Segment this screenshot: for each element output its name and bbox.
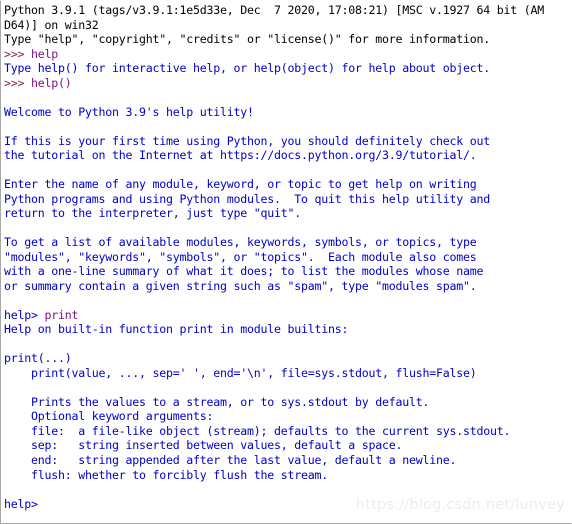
- output-text: Python programs and using Python modules…: [4, 191, 491, 206]
- console-line: return to the interpreter, just type "qu…: [4, 206, 570, 221]
- output-text: To get a list of available modules, keyw…: [4, 235, 477, 250]
- console-line: Python programs and using Python modules…: [4, 192, 570, 207]
- output-text: Optional keyword arguments:: [4, 409, 214, 424]
- output-text: If this is your first time using Python,…: [4, 133, 491, 148]
- console-line: Python 3.9.1 (tags/v3.9.1:1e5d33e, Dec 7…: [4, 3, 570, 18]
- banner-text: D64)] on win32: [4, 17, 99, 32]
- console-output-area[interactable]: Python 3.9.1 (tags/v3.9.1:1e5d33e, Dec 7…: [4, 3, 570, 511]
- output-text: the tutorial on the Internet at https://…: [4, 148, 477, 163]
- output-text: with a one-line summary of what it does;…: [4, 264, 484, 279]
- console-line: D64)] on win32: [4, 18, 570, 33]
- output-text: end: string appended after the last valu…: [4, 452, 457, 467]
- output-text: "modules", "keywords", "symbols", or "to…: [4, 249, 477, 264]
- output-text: return to the interpreter, just type "qu…: [4, 206, 302, 221]
- output-text: Enter the name of any module, keyword, o…: [4, 177, 477, 192]
- output-text: sep: string inserted between values, def…: [4, 438, 403, 453]
- watermark-text: https://blog.csdn.net/lunvey: [355, 497, 565, 513]
- console-line: Welcome to Python 3.9's help utility!: [4, 105, 570, 120]
- console-line: >>> help(): [4, 76, 570, 91]
- output-text: print(...): [4, 351, 72, 366]
- console-line: print(value, ..., sep=' ', end='\n', fil…: [4, 366, 570, 381]
- console-line: with a one-line summary of what it does;…: [4, 264, 570, 279]
- console-line: flush: whether to forcibly flush the str…: [4, 468, 570, 483]
- output-text: file: a file-like object (stream); defau…: [4, 423, 511, 438]
- output-text: Prints the values to a stream, or to sys…: [4, 394, 430, 409]
- console-line: print(...): [4, 351, 570, 366]
- console-line: "modules", "keywords", "symbols", or "to…: [4, 250, 570, 265]
- console-line: end: string appended after the last valu…: [4, 453, 570, 468]
- console-line: sep: string inserted between values, def…: [4, 438, 570, 453]
- console-line: Prints the values to a stream, or to sys…: [4, 395, 570, 410]
- console-line: Help on built-in function print in modul…: [4, 322, 570, 337]
- console-line: To get a list of available modules, keyw…: [4, 235, 570, 250]
- output-text: flush: whether to forcibly flush the str…: [4, 467, 329, 482]
- console-line: file: a file-like object (stream); defau…: [4, 424, 570, 439]
- output-text: or summary contain a given string such a…: [4, 278, 477, 293]
- prompt-marker: >>>: [4, 46, 32, 61]
- user-input-text[interactable]: help(): [31, 76, 72, 90]
- prompt-marker: >>>: [4, 75, 32, 90]
- user-input-text[interactable]: print: [45, 308, 79, 322]
- console-line: If this is your first time using Python,…: [4, 134, 570, 149]
- output-text: Help on built-in function print in modul…: [4, 322, 349, 337]
- console-line: Type help() for interactive help, or hel…: [4, 61, 570, 76]
- banner-text: Type "help", "copyright", "credits" or "…: [4, 32, 491, 47]
- output-text: help>: [4, 307, 45, 322]
- output-text: print(value, ..., sep=' ', end='\n', fil…: [4, 365, 477, 380]
- console-line: help> print: [4, 308, 570, 323]
- console-line: >>> help: [4, 47, 570, 62]
- banner-text: Python 3.9.1 (tags/v3.9.1:1e5d33e, Dec 7…: [4, 3, 545, 17]
- output-text: Type help() for interactive help, or hel…: [4, 61, 491, 76]
- output-text: Welcome to Python 3.9's help utility!: [4, 104, 254, 119]
- console-line: or summary contain a given string such a…: [4, 279, 570, 294]
- python-shell-window: Python 3.9.1 (tags/v3.9.1:1e5d33e, Dec 7…: [0, 0, 572, 524]
- output-text: help>: [4, 496, 38, 511]
- user-input-text[interactable]: help: [31, 47, 58, 61]
- console-line: Type "help", "copyright", "credits" or "…: [4, 32, 570, 47]
- console-line: Optional keyword arguments:: [4, 409, 570, 424]
- console-line: the tutorial on the Internet at https://…: [4, 148, 570, 163]
- console-line: Enter the name of any module, keyword, o…: [4, 177, 570, 192]
